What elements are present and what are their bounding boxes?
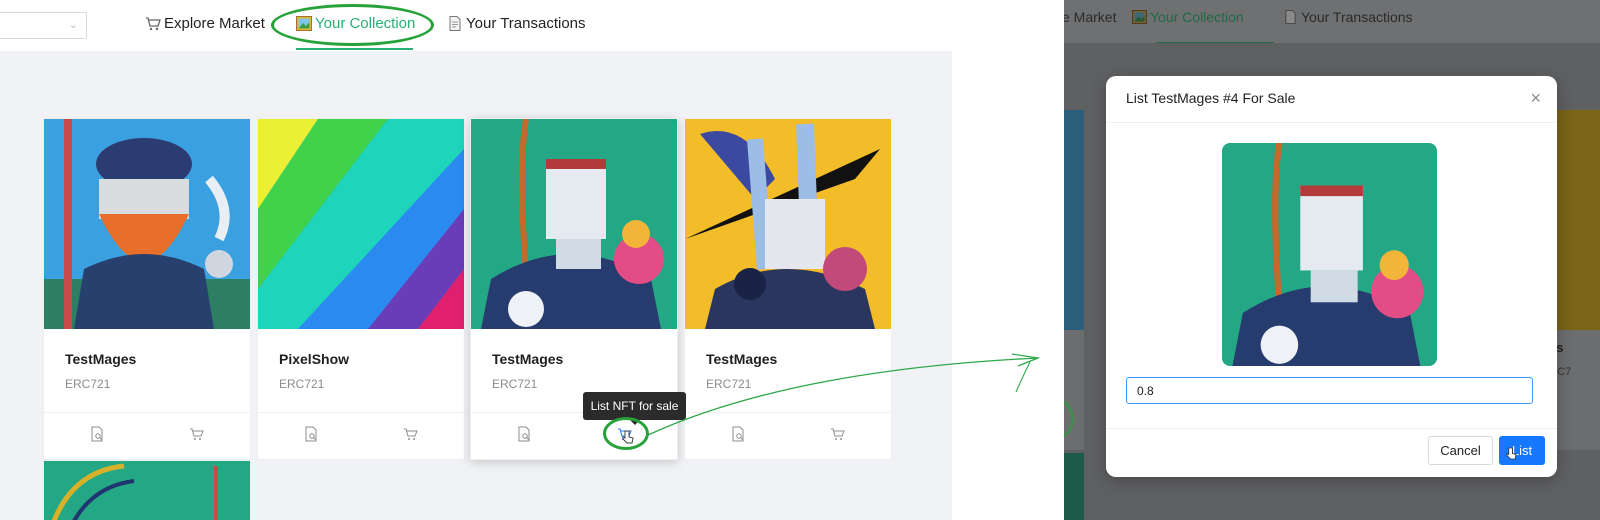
nft-card[interactable] — [43, 460, 251, 520]
nft-image-mage-wooden-staff[interactable] — [471, 119, 677, 329]
nav-your-transactions[interactable]: Your Transactions — [1283, 9, 1413, 25]
picture-frame-icon — [1132, 10, 1147, 24]
document-search-icon[interactable] — [303, 426, 319, 442]
cart-icon[interactable] — [189, 426, 205, 442]
dimmed-navigation-bar: e Market Your Collection Your Transactio… — [1064, 0, 1600, 44]
card-actions — [258, 412, 464, 459]
nft-standard: ERC721 — [65, 377, 111, 391]
nav-your-collection[interactable]: Your Collection — [1132, 9, 1244, 25]
nft-image-mage-orange-beard[interactable] — [44, 119, 250, 329]
right-screenshot: e Market Your Collection Your Transactio… — [1064, 0, 1600, 520]
document-search-icon[interactable] — [516, 426, 532, 442]
nav-your-transactions[interactable]: Your Transactions — [447, 15, 586, 32]
nft-title: PixelShow — [279, 351, 350, 367]
list-for-sale-modal: List TestMages #4 For Sale × Cancel List — [1106, 76, 1557, 477]
modal-header: List TestMages #4 For Sale × — [1106, 76, 1557, 123]
hand-cursor-icon — [1506, 447, 1517, 460]
modal-footer-divider — [1106, 428, 1557, 429]
document-icon — [1285, 10, 1296, 24]
close-icon[interactable]: × — [1530, 88, 1541, 109]
chevron-down-icon: ⌄ — [68, 19, 78, 31]
nft-title: TestMages — [65, 351, 137, 367]
nav-explore-partial-label: e Market — [1064, 9, 1117, 25]
nav-transactions-label: Your Transactions — [466, 15, 586, 32]
dimmed-card-image-partial — [1064, 453, 1084, 520]
cancel-button[interactable]: Cancel — [1428, 436, 1493, 465]
nft-image-rainbow-stripes[interactable] — [258, 119, 464, 329]
cart-icon[interactable] — [403, 426, 419, 442]
card-actions — [44, 412, 250, 459]
top-navigation-bar: ⌄ Explore Market Your Collection Your Tr… — [0, 0, 952, 51]
annotation-arrow — [647, 353, 1041, 436]
nft-standard: ERC721 — [279, 377, 325, 391]
nft-title: TestMages — [492, 351, 564, 367]
screenshot-root: { "left": { "nav": { "explore_label": "E… — [0, 0, 1600, 520]
document-icon — [449, 16, 461, 31]
nft-image-partial[interactable] — [44, 461, 250, 520]
account-select[interactable]: ⌄ — [0, 12, 87, 39]
nav-collection-label: Your Collection — [1150, 9, 1244, 25]
dimmed-card-image — [1064, 110, 1084, 330]
modal-title: List TestMages #4 For Sale — [1126, 90, 1296, 106]
nav-transactions-label: Your Transactions — [1301, 9, 1413, 25]
nft-image-mage-witch-hat[interactable] — [685, 119, 891, 329]
modal-nft-image — [1222, 143, 1437, 366]
price-input[interactable] — [1126, 377, 1533, 404]
nft-standard: ERC721 — [492, 377, 538, 391]
nav-explore-market-partial[interactable]: e Market — [1064, 9, 1116, 25]
cart-icon — [146, 17, 161, 31]
hand-cursor-icon — [622, 430, 634, 444]
nav-explore-label: Explore Market — [164, 15, 265, 32]
nav-explore-market[interactable]: Explore Market — [145, 15, 265, 32]
annotation-ellipse-collection — [271, 4, 434, 46]
nft-card[interactable]: PixelShow ERC721 — [257, 118, 465, 460]
active-tab-underline — [296, 48, 413, 50]
document-search-icon[interactable] — [89, 426, 105, 442]
nft-card[interactable]: TestMages ERC721 — [43, 118, 251, 460]
